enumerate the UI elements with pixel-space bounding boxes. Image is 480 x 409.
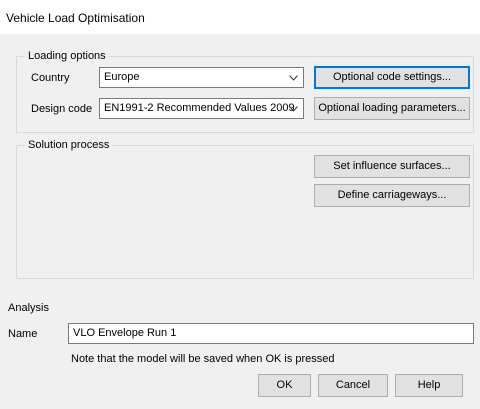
country-select[interactable]: Europe <box>99 67 304 88</box>
loading-options-legend: Loading options <box>25 50 109 63</box>
ok-label: OK <box>276 379 293 391</box>
solution-process-group: Solution process Set influence surfaces.… <box>16 139 474 279</box>
analysis-heading: Analysis <box>8 302 49 314</box>
name-label: Name <box>8 328 38 340</box>
define-carriageways-button[interactable]: Define carriageways... <box>314 184 470 207</box>
design-code-select[interactable]: EN1991-2 Recommended Values 2009 <box>99 98 304 119</box>
analysis-name-input[interactable]: VLO Envelope Run 1 <box>68 323 474 344</box>
country-select-value: Europe <box>104 71 140 83</box>
loading-options-group: Loading options Country Europe Optional … <box>16 50 474 133</box>
title-bar[interactable]: Vehicle Load Optimisation <box>0 0 480 34</box>
optional-loading-parameters-label: Optional loading parameters... <box>318 102 466 114</box>
help-label: Help <box>417 379 441 391</box>
cancel-label: Cancel <box>335 379 371 391</box>
optional-code-settings-button[interactable]: Optional code settings... <box>314 66 470 89</box>
save-note: Note that the model will be saved when O… <box>71 353 335 365</box>
design-code-select-value: EN1991-2 Recommended Values 2009 <box>104 102 295 114</box>
help-button[interactable]: Help <box>395 374 463 397</box>
window-title: Vehicle Load Optimisation <box>6 11 145 25</box>
dialog-client-area: Loading options Country Europe Optional … <box>0 34 480 409</box>
ok-button[interactable]: OK <box>258 374 311 397</box>
set-influence-surfaces-button[interactable]: Set influence surfaces... <box>314 155 470 178</box>
design-code-label: Design code <box>31 103 93 115</box>
country-label: Country <box>31 72 70 84</box>
define-carriageways-label: Define carriageways... <box>337 189 447 201</box>
vehicle-load-optimisation-dialog: Vehicle Load Optimisation Loading option… <box>0 0 480 409</box>
optional-code-settings-label: Optional code settings... <box>332 71 451 83</box>
set-influence-surfaces-label: Set influence surfaces... <box>333 160 451 172</box>
solution-process-legend: Solution process <box>25 139 113 152</box>
chevron-down-icon <box>287 68 299 87</box>
analysis-name-value: VLO Envelope Run 1 <box>73 327 177 339</box>
cancel-button[interactable]: Cancel <box>318 374 388 397</box>
chevron-down-icon <box>287 99 299 118</box>
optional-loading-parameters-button[interactable]: Optional loading parameters... <box>314 97 470 120</box>
